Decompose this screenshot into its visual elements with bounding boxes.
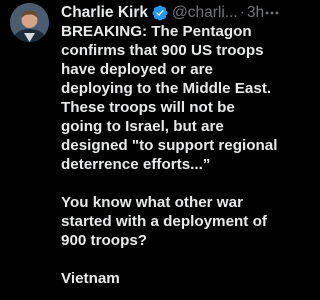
tweet-text: BREAKING: The Pentagon confirms that 900… [61,22,278,288]
more-options-button[interactable] [264,5,280,21]
tweet-paragraph: Vietnam [61,270,120,287]
tweet[interactable]: Charlie Kirk @charli... · 3h BREAKING: T… [0,0,282,300]
tweet-paragraph: You know what other war started with a d… [61,194,267,249]
more-options-icon [265,11,279,15]
author-handle[interactable]: @charli... [172,4,238,22]
tweet-paragraph: BREAKING: The Pentagon confirms that 900… [61,23,278,173]
verified-badge-icon [152,5,168,21]
timestamp[interactable]: 3h [247,4,264,22]
avatar[interactable] [10,3,49,42]
author-name[interactable]: Charlie Kirk [61,4,148,22]
separator-dot: · [239,4,245,21]
tweet-header: Charlie Kirk @charli... · 3h [61,3,280,23]
